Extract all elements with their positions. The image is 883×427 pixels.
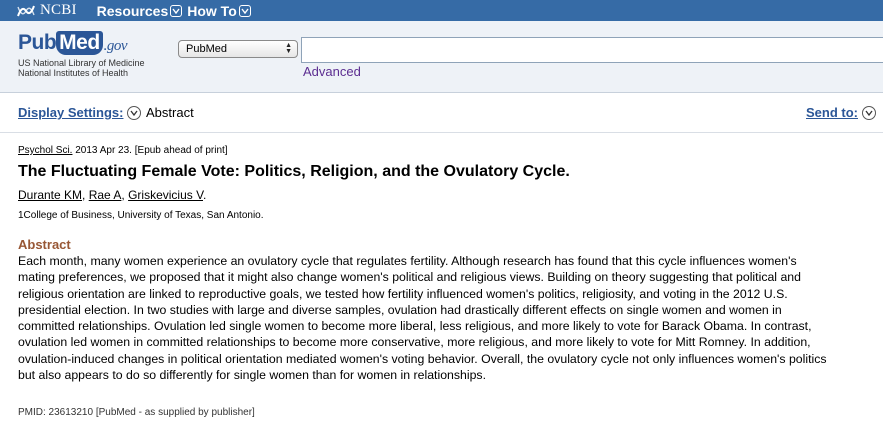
pubmed-logo[interactable]: Pub Med .gov US National Library of Medici… (18, 31, 158, 78)
ncbi-logo[interactable]: NCBI (16, 2, 77, 19)
author-list: Durante KM, Rae A, Griskevicius V. (18, 188, 206, 202)
pmid-line: PMID: 23613210 [PubMed - as supplied by … (18, 407, 255, 418)
nav-resources-label: Resources (96, 2, 169, 19)
send-to-link[interactable]: Send to: (806, 105, 858, 120)
logo-subtitle-line1: US National Library of Medicine (18, 58, 145, 68)
nav-how-to-label: How To (187, 2, 237, 19)
abstract-line: ovulation led women in committed relatio… (18, 335, 811, 350)
database-select[interactable]: PubMed ▲ ▼ (178, 40, 298, 58)
advanced-search-link[interactable]: Advanced (303, 64, 361, 79)
chevron-down-icon (170, 4, 183, 17)
abstract-line: presidential election. In two studies wi… (18, 302, 782, 317)
divider (0, 132, 883, 133)
author-link[interactable]: Rae A (89, 188, 122, 202)
abstract-line: mating preferences, we proposed that it … (18, 270, 801, 285)
abstract-line: Each month, many women experience an ovu… (18, 254, 797, 268)
citation-details: 2013 Apr 23. [Epub ahead of print] (72, 145, 228, 156)
ncbi-topbar: NCBI Resources How To (0, 0, 883, 21)
journal-link[interactable]: Psychol Sci. (18, 145, 72, 156)
chevron-down-icon[interactable] (862, 106, 876, 120)
chevron-down-icon (238, 4, 251, 17)
nav-how-to[interactable]: How To (187, 3, 253, 19)
logo-gov: .gov (103, 38, 128, 54)
author-end: . (203, 188, 207, 202)
display-settings-value: Abstract (146, 105, 194, 120)
logo-subtitle: US National Library of Medicine National… (18, 58, 158, 78)
logo-pub: Pub (18, 31, 57, 54)
search-input[interactable] (301, 37, 883, 63)
abstract-line: religious orientation are linked to repr… (18, 286, 788, 301)
nav-resources[interactable]: Resources (97, 3, 185, 19)
author-separator: , (82, 188, 89, 202)
chevron-down-icon[interactable] (127, 106, 141, 120)
display-settings-bar: Display Settings: Abstract Send to: (18, 105, 878, 123)
pubmed-header: Pub Med .gov US National Library of Medici… (0, 21, 883, 93)
abstract-line: committed relationships. Ovulation led s… (18, 319, 812, 334)
affiliation: 1College of Business, University of Texa… (18, 210, 264, 221)
abstract-text: Each month, many women experience an ovu… (18, 253, 883, 383)
database-select-value: PubMed (186, 43, 227, 55)
logo-med: Med (56, 31, 103, 55)
pubmed-logo-word: Pub Med .gov (18, 31, 158, 55)
ncbi-logo-icon (16, 4, 36, 18)
abstract-line: ovulation-induced changes in political o… (18, 351, 827, 366)
top-nav: Resources How To (97, 3, 253, 19)
abstract-line: but also appears to do so differently fo… (18, 368, 487, 383)
select-arrows-icon: ▲ ▼ (285, 42, 292, 55)
display-settings-link[interactable]: Display Settings: (18, 105, 123, 120)
author-link[interactable]: Griskevicius V (128, 188, 203, 202)
ncbi-logo-text: NCBI (40, 2, 77, 18)
article-title: The Fluctuating Female Vote: Politics, R… (18, 163, 570, 180)
citation-line: Psychol Sci. 2013 Apr 23. [Epub ahead of… (18, 145, 228, 156)
logo-subtitle-line2: National Institutes of Health (18, 68, 129, 78)
author-link[interactable]: Durante KM (18, 188, 82, 202)
abstract-heading: Abstract (18, 237, 71, 252)
